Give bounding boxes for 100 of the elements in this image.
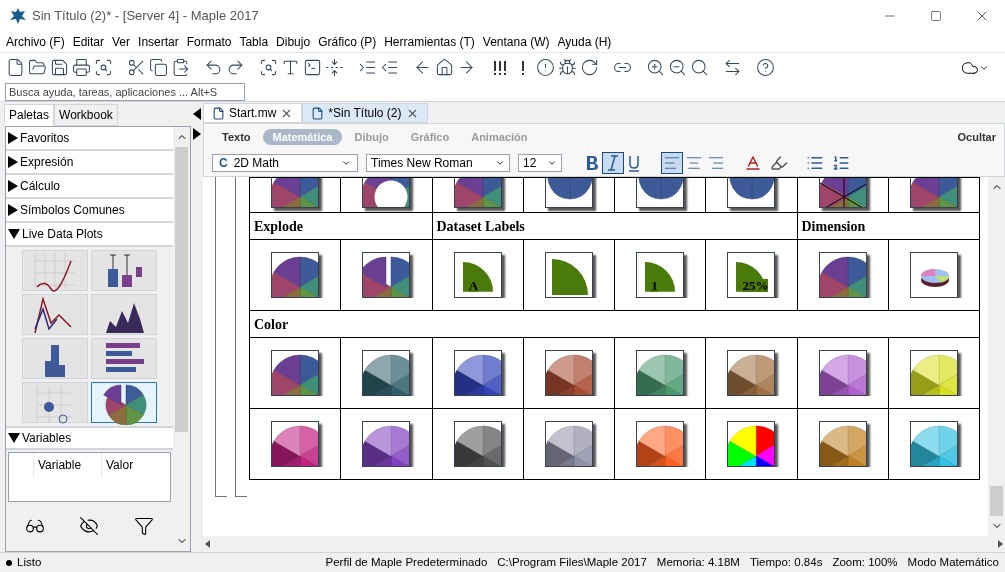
status-text: Listo — [17, 554, 42, 570]
back-icon[interactable] — [413, 58, 432, 77]
indent-icon[interactable] — [358, 58, 377, 77]
menu-item[interactable]: Tabla — [235, 32, 273, 51]
forward-icon[interactable] — [457, 58, 476, 77]
column-header[interactable]: Variable — [33, 453, 101, 477]
pie-chart-thumbnail — [544, 421, 593, 467]
copy-icon[interactable] — [149, 58, 168, 77]
status-field: Modo Matemático — [907, 553, 999, 572]
pie-chart-thumbnail — [362, 421, 411, 467]
document-icon — [311, 106, 325, 120]
prompt-icon[interactable] — [303, 58, 322, 77]
window-title: Sin Título (2)* - [Server 4] - Maple 2017 — [32, 6, 259, 25]
plot-palette-item[interactable] — [91, 382, 157, 423]
pie-chart-thumbnail — [909, 421, 958, 467]
print-preview-icon[interactable] — [94, 58, 113, 77]
zoom-out-icon[interactable] — [668, 58, 687, 77]
search-field[interactable]: Busca ayuda, tareas, aplicaciones ... Alt+S — [5, 82, 245, 101]
status-field: Tiempo: 0.84s — [749, 553, 823, 572]
pie-chart-thumbnail — [818, 252, 867, 298]
panel-tab[interactable]: Workbook — [54, 104, 118, 126]
hide-icon[interactable] — [79, 515, 100, 536]
cut-icon[interactable] — [127, 58, 146, 77]
print-icon[interactable] — [72, 58, 91, 77]
scrollbar[interactable] — [173, 127, 190, 551]
split-icon[interactable] — [325, 58, 344, 77]
chart-data-label: A — [468, 279, 478, 292]
paste-icon[interactable] — [171, 58, 190, 77]
panel-tab[interactable]: Paletas — [4, 104, 55, 126]
text-color-icon[interactable] — [744, 154, 762, 172]
save-icon[interactable] — [50, 58, 69, 77]
pie-chart-thumbnail — [818, 421, 867, 467]
status-field: Perfil de Maple Predeterminado — [325, 553, 488, 572]
help-icon[interactable] — [756, 58, 775, 77]
menu-item[interactable]: Herramientas (T) — [380, 32, 479, 51]
restart-icon[interactable] — [580, 58, 599, 77]
highlighter-icon[interactable] — [770, 154, 788, 172]
quarter-pie-thumbnail — [544, 252, 593, 298]
pie-chart-thumbnail — [271, 350, 320, 396]
style-dropdown[interactable]: C 2D Math — [212, 154, 358, 172]
menu-item[interactable]: Ayuda (H) — [553, 32, 616, 51]
pie-chart-thumbnail — [453, 350, 502, 396]
region-icon[interactable] — [259, 58, 278, 77]
stop-icon[interactable] — [536, 58, 555, 77]
menu-item[interactable]: Ver — [108, 32, 135, 51]
align-left-icon[interactable] — [662, 153, 682, 173]
maximize-icon[interactable] — [930, 9, 942, 22]
palette-header[interactable]: Variables — [6, 426, 173, 450]
bug-icon[interactable] — [558, 58, 577, 77]
chart-data-label: 1 — [651, 279, 658, 292]
italic-icon[interactable] — [603, 153, 623, 173]
status-field: C:\Program Files\Maple 2017 — [497, 553, 647, 572]
menu-item[interactable]: Formato — [182, 32, 236, 51]
pie-chart-thumbnail — [636, 350, 685, 396]
swap-icon[interactable] — [723, 58, 742, 77]
menu-item[interactable]: Archivo (F) — [2, 32, 69, 51]
mode-tab[interactable]: Texto — [212, 129, 261, 145]
hide-button[interactable]: Ocultar — [957, 128, 996, 146]
column-header[interactable]: Valor — [101, 453, 169, 477]
menu-item[interactable]: Editar — [68, 32, 109, 51]
font-dropdown[interactable]: Times New Roman — [366, 154, 510, 172]
redo-icon[interactable] — [226, 58, 245, 77]
section-heading: Dimension — [801, 218, 866, 234]
home-icon[interactable] — [435, 58, 454, 77]
search-icon[interactable] — [690, 58, 709, 77]
pie-chart-thumbnail — [727, 421, 776, 467]
pie-chart-thumbnail — [271, 252, 320, 298]
caret-icon — [495, 158, 505, 168]
app-logo-icon — [10, 7, 26, 24]
document-tab[interactable]: *Sin Título (2) — [302, 103, 428, 123]
status-field: Zoom: 100% — [832, 553, 898, 572]
3d-pie-thumbnail — [909, 252, 958, 298]
scrollbar-thumb[interactable] — [990, 486, 1003, 516]
outdent-icon[interactable] — [380, 58, 399, 77]
section-heading: Color — [254, 316, 289, 332]
pie-chart-thumbnail — [271, 421, 320, 467]
numbered-list-icon[interactable] — [832, 154, 850, 172]
menu-item[interactable]: Ventana (W) — [478, 32, 554, 51]
menu-item[interactable]: Insertar — [134, 32, 183, 51]
caret-icon — [547, 158, 557, 168]
document-icon — [212, 106, 225, 120]
document-tab[interactable]: Start.mw — [203, 103, 303, 123]
pie-chart-thumbnail — [636, 421, 685, 467]
open-folder-icon[interactable] — [28, 58, 47, 77]
text-icon[interactable] — [281, 58, 300, 77]
section-heading: Dataset Labels — [436, 218, 525, 234]
scrollbar-thumb[interactable] — [175, 147, 188, 432]
bullet-list-icon[interactable] — [806, 154, 824, 172]
pie-chart-thumbnail — [818, 350, 867, 396]
pie-chart-thumbnail — [544, 350, 593, 396]
undo-icon[interactable] — [204, 58, 223, 77]
pie-chart-thumbnail — [727, 350, 776, 396]
filter-icon[interactable] — [133, 515, 154, 536]
zoom-in-icon[interactable] — [646, 58, 665, 77]
status-field: Memoria: 4.18M — [656, 553, 740, 572]
new-file-icon[interactable] — [6, 58, 25, 77]
menu-item[interactable]: Gráfico (P) — [314, 32, 381, 51]
size-dropdown[interactable]: 12 — [518, 154, 562, 172]
menu-item[interactable]: Dibujo — [272, 32, 315, 51]
scrollbar[interactable] — [988, 177, 1005, 536]
